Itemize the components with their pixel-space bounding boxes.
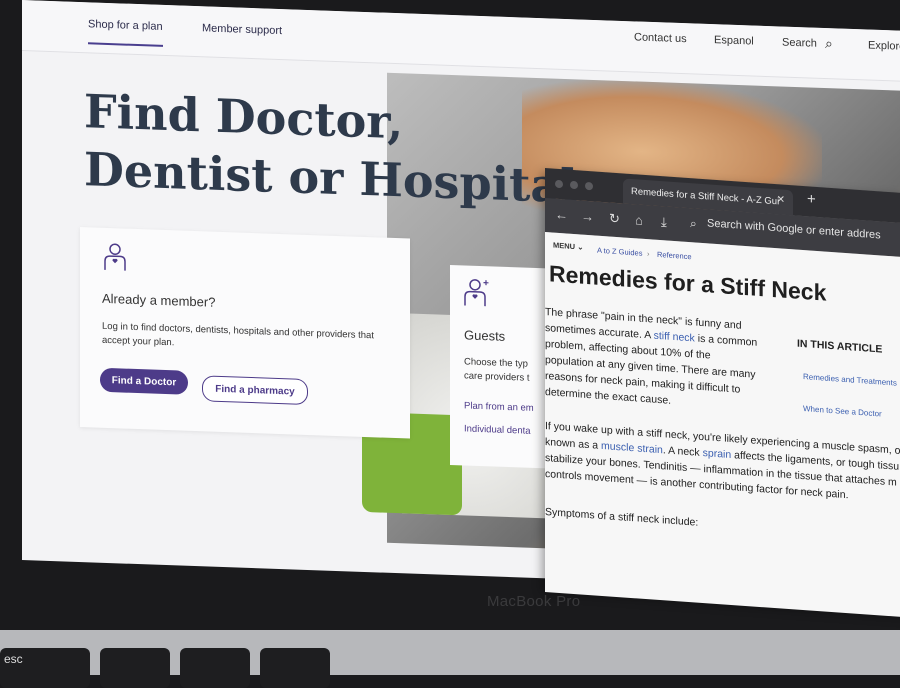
find-a-doctor-button[interactable]: Find a Doctor (100, 367, 188, 395)
menu-label: MENU (553, 240, 576, 252)
maximize-window-dot[interactable] (585, 181, 593, 191)
chevron-right-icon: › (647, 249, 650, 259)
article-page: MENU ⌄ A to Z Guides › Reference Remedie… (545, 232, 900, 619)
back-icon[interactable]: ← (555, 207, 568, 223)
tab-shop-for-a-plan[interactable]: Shop for a plan (88, 18, 163, 47)
download-icon[interactable]: ⤓ (661, 214, 667, 230)
url-bar[interactable]: Search with Google or enter addres (707, 217, 881, 241)
stiff-neck-link[interactable]: stiff neck (654, 330, 695, 345)
site-nav: Shop for a plan Member support Contact u… (22, 0, 900, 83)
reload-icon[interactable]: ↻ (609, 210, 620, 227)
toc-remedies-link[interactable]: Remedies and Treatments (803, 372, 897, 388)
menu-button[interactable]: MENU ⌄ (553, 241, 583, 252)
article-paragraph-1: The phrase "pain in the neck" is funny a… (545, 304, 757, 415)
individual-dental-link[interactable]: Individual denta (464, 423, 531, 436)
browser-window: Remedies for a Stiff Neck - A-Z Gui ✕ + … (545, 168, 900, 619)
tab-title: Remedies for a Stiff Neck - A-Z Gui (631, 186, 780, 208)
search-icon: ⌕ (690, 216, 697, 231)
espanol-link[interactable]: Espanol (714, 34, 754, 47)
member-card-text: Log in to find doctors, dentists, hospit… (102, 320, 374, 349)
minimize-window-dot[interactable] (570, 180, 578, 190)
breadcrumb-reference[interactable]: Reference (657, 250, 692, 261)
article-paragraph-3: Symptoms of a stiff neck include: (545, 506, 699, 529)
plan-from-employer-link[interactable]: Plan from an em (464, 400, 534, 413)
sprain-link[interactable]: sprain (703, 447, 732, 461)
article-paragraph-2: If you wake up with a stiff neck, you're… (545, 418, 900, 507)
search-icon[interactable]: ⌕ (825, 35, 833, 52)
toc-heading: IN THIS ARTICLE (797, 337, 883, 356)
page-title: Find Doctor, Dentist or Hospital (84, 84, 578, 214)
member-card: Already a member? Log in to find doctors… (80, 227, 410, 439)
forward-icon[interactable]: → (581, 209, 594, 225)
article-title: Remedies for a Stiff Neck (549, 260, 827, 306)
member-person-icon (104, 243, 126, 271)
find-a-pharmacy-button[interactable]: Find a pharmacy (202, 375, 308, 405)
guest-card: Guests Choose the typ care providers t P… (450, 264, 550, 469)
esc-key-label: esc (4, 652, 23, 666)
keyboard-key (260, 648, 330, 688)
tab-close-icon[interactable]: ✕ (777, 194, 785, 206)
close-window-dot[interactable] (555, 179, 563, 189)
toc-see-doctor-link[interactable]: When to See a Doctor (803, 404, 882, 419)
guest-card-title: Guests (464, 327, 506, 344)
guest-card-text-2: care providers t (464, 370, 530, 384)
chevron-down-icon: ⌄ (577, 242, 584, 252)
member-card-title: Already a member? (102, 290, 216, 310)
tab-member-support[interactable]: Member support (202, 22, 282, 37)
keyboard-key (180, 648, 250, 688)
p2-text: known as a (545, 436, 602, 452)
search-link[interactable]: Search (782, 37, 817, 50)
new-tab-icon[interactable]: + (807, 190, 816, 208)
macbook-pro-label: MacBook Pro (487, 593, 581, 610)
breadcrumb-a-to-z[interactable]: A to Z Guides (597, 246, 642, 258)
explore-link[interactable]: Explore (868, 40, 900, 53)
contact-us-link[interactable]: Contact us (634, 31, 687, 45)
home-icon[interactable]: ⌂ (635, 212, 643, 228)
guest-person-icon (464, 279, 489, 307)
keyboard-key (100, 648, 170, 688)
p2-text: . A neck (662, 444, 703, 460)
